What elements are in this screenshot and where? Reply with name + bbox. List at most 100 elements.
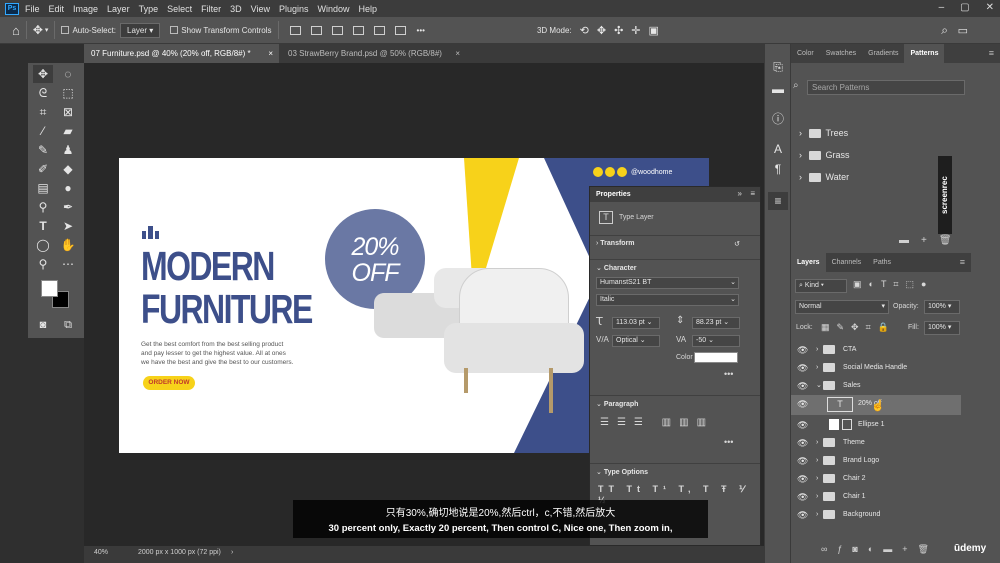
layers-footer-icons[interactable]: ∞ƒ◙◐▬+🗑 (821, 544, 939, 555)
type-tool-icon[interactable]: T (33, 217, 53, 235)
patterns-footer-icons[interactable]: ▬+🗑 (899, 235, 964, 246)
move-tool-icon[interactable]: ✥ (33, 65, 53, 83)
healing-brush-icon[interactable]: ▰ (58, 122, 78, 140)
pattern-group-grass[interactable]: › Grass (791, 144, 981, 166)
tab-close-icon[interactable]: × (268, 44, 273, 63)
panel-menu-icon[interactable]: ≡ (954, 253, 971, 272)
chevron-right-icon[interactable]: › (816, 434, 818, 452)
menu-help[interactable]: Help (359, 4, 378, 14)
paragraph-icon[interactable]: ¶ (768, 160, 788, 178)
tab-close-icon[interactable]: × (455, 44, 460, 63)
zoom-level[interactable]: 40% (94, 549, 108, 556)
character-section-header[interactable]: ⌄ Character (590, 259, 760, 272)
tab-furniture[interactable]: 07 Furniture.psd @ 40% (20% off, RGB/8#)… (84, 44, 279, 63)
layer-cta[interactable]: 👁 › CTA (791, 341, 961, 359)
font-family-dropdown[interactable]: HumanstS21 BT ⌄ (596, 277, 739, 289)
eye-icon[interactable]: 👁 (797, 452, 808, 470)
collapse-icon[interactable]: » (738, 189, 742, 198)
lasso-tool-icon[interactable]: ᘓ (33, 84, 53, 102)
kind-filter-dropdown[interactable]: ⌕ Kind ▾ (795, 279, 847, 293)
chevron-right-icon[interactable]: › (816, 452, 818, 470)
character-more-icon[interactable]: ••• (724, 369, 733, 379)
auto-select-checkbox[interactable] (61, 26, 70, 34)
frame-tool-icon[interactable]: ⊠ (58, 103, 78, 121)
dodge-tool-icon[interactable]: ⚲ (33, 198, 53, 216)
chevron-right-icon[interactable]: › (231, 549, 233, 556)
font-style-dropdown[interactable]: Italic ⌄ (596, 294, 739, 306)
menu-window[interactable]: Window (318, 4, 350, 14)
zoom-tool-icon[interactable]: ⚲ (33, 255, 53, 273)
layer-theme[interactable]: 👁 › Theme (791, 434, 961, 452)
search-icon[interactable]: ⌕ (941, 23, 948, 38)
panel-menu-icon[interactable]: ≡ (983, 44, 1000, 63)
tab-strawberry[interactable]: 03 StrawBerry Brand.psd @ 50% (RGB/8#) × (281, 44, 466, 63)
layer-chair-2[interactable]: 👁 › Chair 2 (791, 470, 961, 488)
gradient-tool-icon[interactable]: ▤ (33, 179, 53, 197)
text-color-swatch[interactable] (694, 352, 738, 363)
align-middle-icon[interactable] (373, 25, 385, 35)
menu-filter[interactable]: Filter (201, 4, 221, 14)
menu-file[interactable]: File (25, 4, 40, 14)
eye-icon[interactable]: 👁 (797, 470, 808, 488)
paragraph-more-icon[interactable]: ••• (724, 437, 733, 447)
screen-mode-icon[interactable]: ⧉ (58, 316, 78, 334)
paragraph-align-icons[interactable]: ☰☰☰ ▥▥▥ (600, 417, 714, 428)
home-icon[interactable]: ⌂ (12, 23, 20, 38)
eye-icon[interactable]: 👁 (797, 488, 808, 506)
workspace-icon[interactable]: ▭ (958, 24, 968, 37)
menu-3d[interactable]: 3D (230, 4, 242, 14)
layer-sales[interactable]: 👁 ⌄ Sales (791, 377, 961, 395)
menu-select[interactable]: Select (167, 4, 192, 14)
font-size-field[interactable]: 113.03 pt ⌄ (612, 317, 660, 329)
marquee-tool-icon[interactable]: ◌ (58, 65, 78, 83)
chevron-right-icon[interactable]: › (816, 341, 818, 359)
fill-field[interactable]: 100% ▾ (924, 321, 960, 335)
chevron-down-icon[interactable]: ⌄ (816, 377, 822, 395)
move-tool-icon[interactable]: ✥ (33, 23, 43, 37)
kerning-dropdown[interactable]: Optical ⌄ (612, 335, 660, 347)
layer-brand-logo[interactable]: 👁 › Brand Logo (791, 452, 961, 470)
layer-chair-1[interactable]: 👁 › Chair 1 (791, 488, 961, 506)
search-patterns-input[interactable]: Search Patterns (807, 80, 965, 95)
eye-icon[interactable]: 👁 (797, 434, 808, 452)
align-center-icon[interactable] (310, 25, 322, 35)
blur-tool-icon[interactable]: ● (58, 179, 78, 197)
chevron-right-icon[interactable]: › (816, 470, 818, 488)
eye-icon[interactable]: 👁 (797, 506, 808, 524)
tab-swatches[interactable]: Swatches (820, 44, 862, 63)
maximize-button[interactable]: ▢ (960, 2, 969, 13)
close-button[interactable]: ✕ (986, 2, 994, 13)
layer-dropdown[interactable]: Layer ▾ (120, 22, 161, 38)
ellipse-tool-icon[interactable]: ◯ (33, 236, 53, 254)
show-transform-checkbox[interactable] (170, 26, 179, 34)
paragraph-section-header[interactable]: ⌄ Paragraph (590, 395, 760, 408)
menu-plugins[interactable]: Plugins (279, 4, 309, 14)
history-brush-icon[interactable]: ✐ (33, 160, 53, 178)
tab-paths[interactable]: Paths (867, 253, 897, 272)
align-bottom-icon[interactable] (394, 25, 406, 35)
tab-channels[interactable]: Channels (826, 253, 868, 272)
menu-type[interactable]: Type (139, 4, 159, 14)
tab-gradients[interactable]: Gradients (862, 44, 904, 63)
eye-icon[interactable]: 👁 (797, 359, 808, 377)
eyedropper-icon[interactable]: ⁄ (33, 122, 53, 140)
layer-background[interactable]: 👁 › Background (791, 506, 961, 524)
character-icon[interactable]: A (768, 140, 788, 158)
pattern-group-trees[interactable]: › Trees (791, 122, 981, 144)
eye-icon[interactable]: 👁 (797, 341, 808, 359)
quick-mask-icon[interactable]: ◙ (33, 316, 53, 334)
leading-field[interactable]: 88.23 pt ⌄ (692, 317, 740, 329)
hand-tool-icon[interactable]: ✋ (58, 236, 78, 254)
align-top-icon[interactable] (352, 25, 364, 35)
eye-icon[interactable]: 👁 (797, 395, 808, 413)
pattern-group-water[interactable]: › Water (791, 166, 981, 188)
eye-icon[interactable]: 👁 (797, 416, 808, 434)
chevron-right-icon[interactable]: › (816, 359, 818, 377)
reset-icon[interactable]: ↺ (734, 240, 740, 248)
minimize-button[interactable]: – (939, 2, 945, 13)
tab-color[interactable]: Color (791, 44, 820, 63)
more-options-icon[interactable]: ••• (417, 26, 425, 35)
eye-icon[interactable]: 👁 (797, 377, 808, 395)
tab-patterns[interactable]: Patterns (904, 44, 945, 63)
menu-view[interactable]: View (251, 4, 270, 14)
